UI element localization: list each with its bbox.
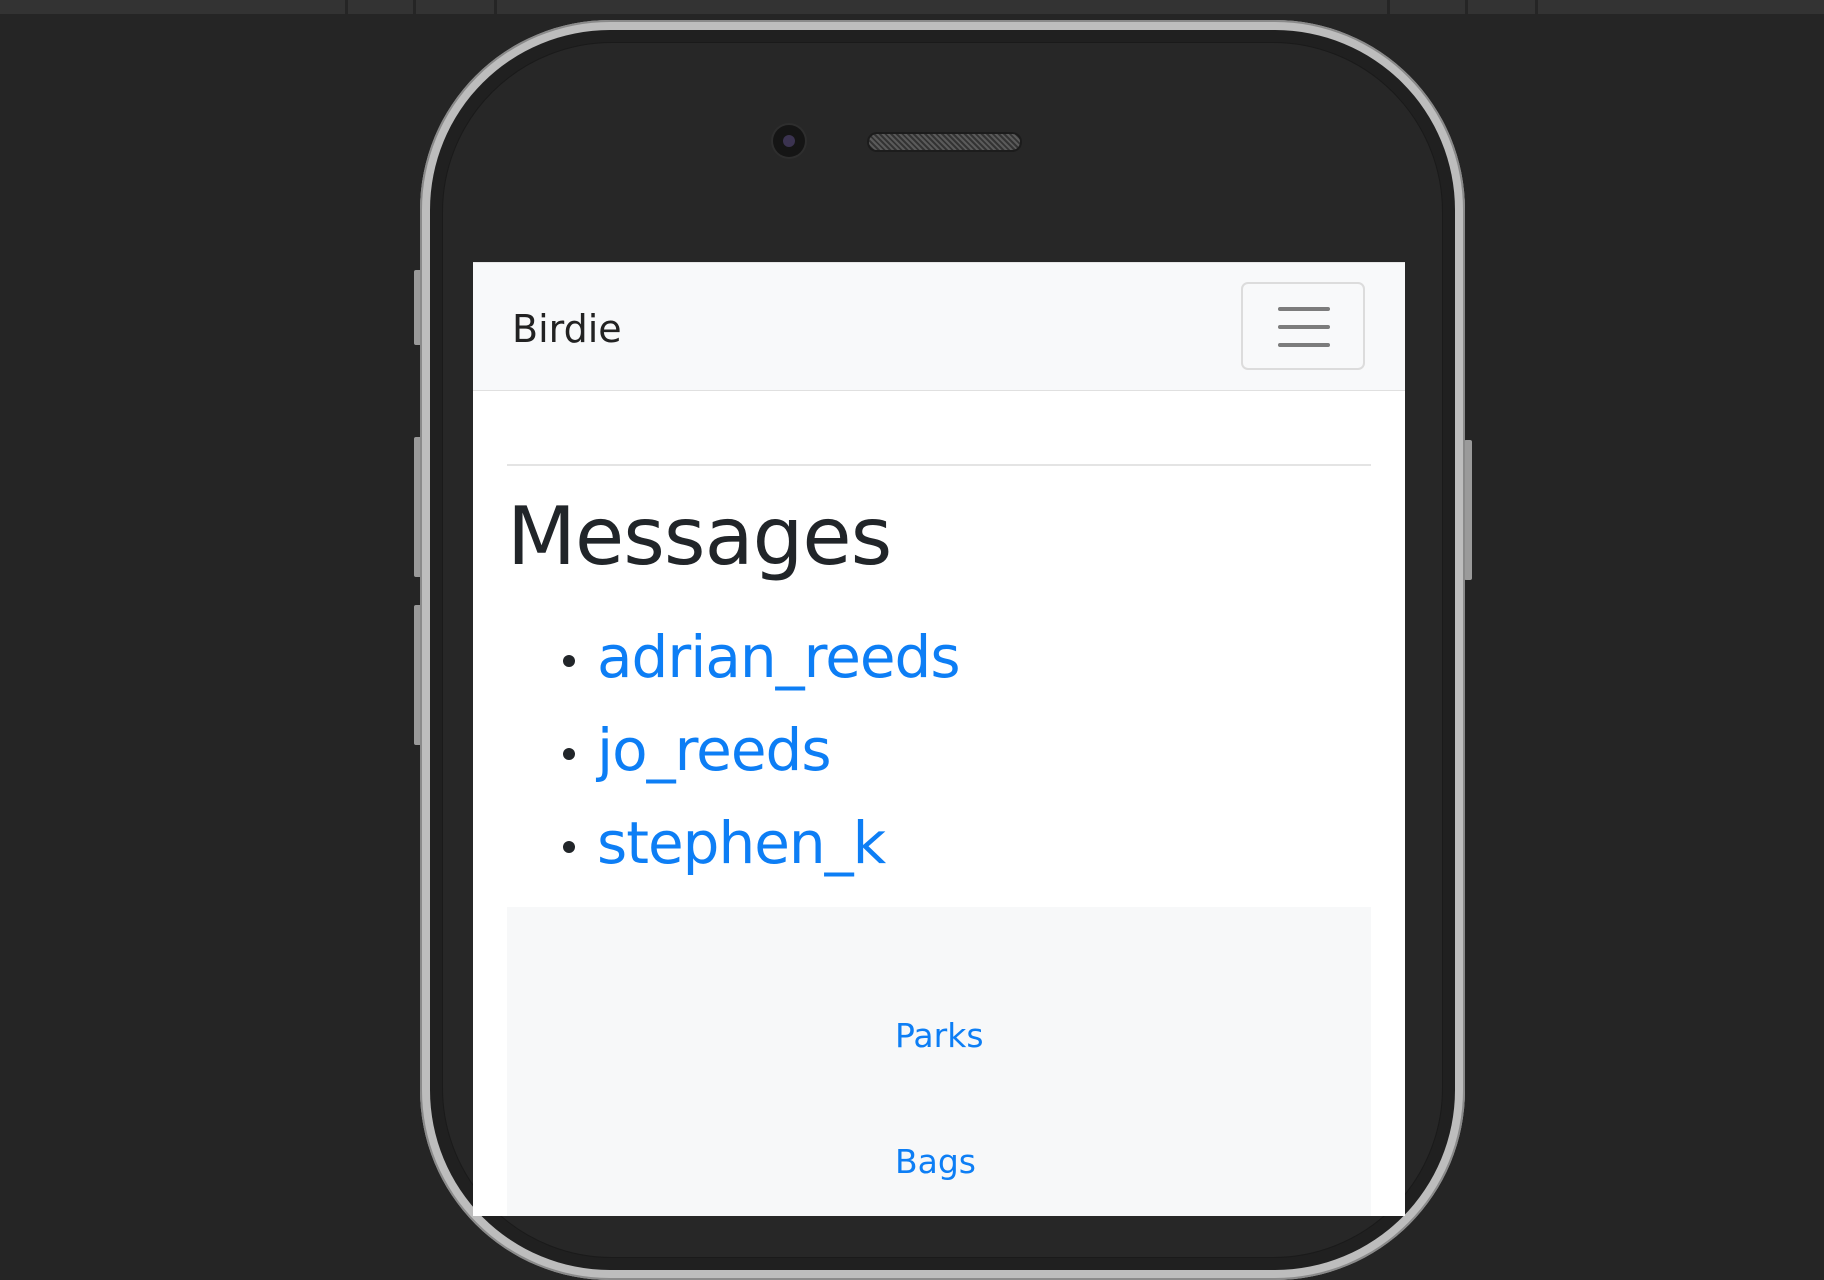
top-bar-divider	[1387, 0, 1390, 14]
page-title: Messages	[507, 490, 892, 583]
brand-link[interactable]: Birdie	[512, 305, 622, 353]
power-button	[1464, 440, 1472, 580]
top-bar-divider	[413, 0, 416, 14]
top-bar-divider	[494, 0, 497, 14]
divider	[507, 464, 1371, 466]
bullet-icon	[563, 748, 575, 760]
parks-link[interactable]: Parks	[895, 1014, 984, 1058]
navbar-toggler-button[interactable]	[1241, 282, 1365, 370]
top-bar-divider	[1465, 0, 1468, 14]
top-bar-divider	[1535, 0, 1538, 14]
top-bar-divider	[345, 0, 348, 14]
front-camera	[773, 125, 805, 157]
earpiece-speaker	[869, 134, 1020, 150]
bags-link[interactable]: Bags	[895, 1140, 976, 1184]
phone-screen: Birdie Messages adrian_reeds jo_reeds st…	[473, 262, 1405, 1216]
bullet-icon	[563, 841, 575, 853]
message-link[interactable]: stephen_k	[597, 803, 886, 883]
footer-nav: Parks Bags	[507, 907, 1371, 1216]
message-link[interactable]: jo_reeds	[597, 710, 832, 790]
navbar: Birdie	[473, 262, 1405, 391]
message-link[interactable]: adrian_reeds	[597, 617, 961, 697]
desktop-top-bar	[0, 0, 1824, 14]
bullet-icon	[563, 655, 575, 667]
